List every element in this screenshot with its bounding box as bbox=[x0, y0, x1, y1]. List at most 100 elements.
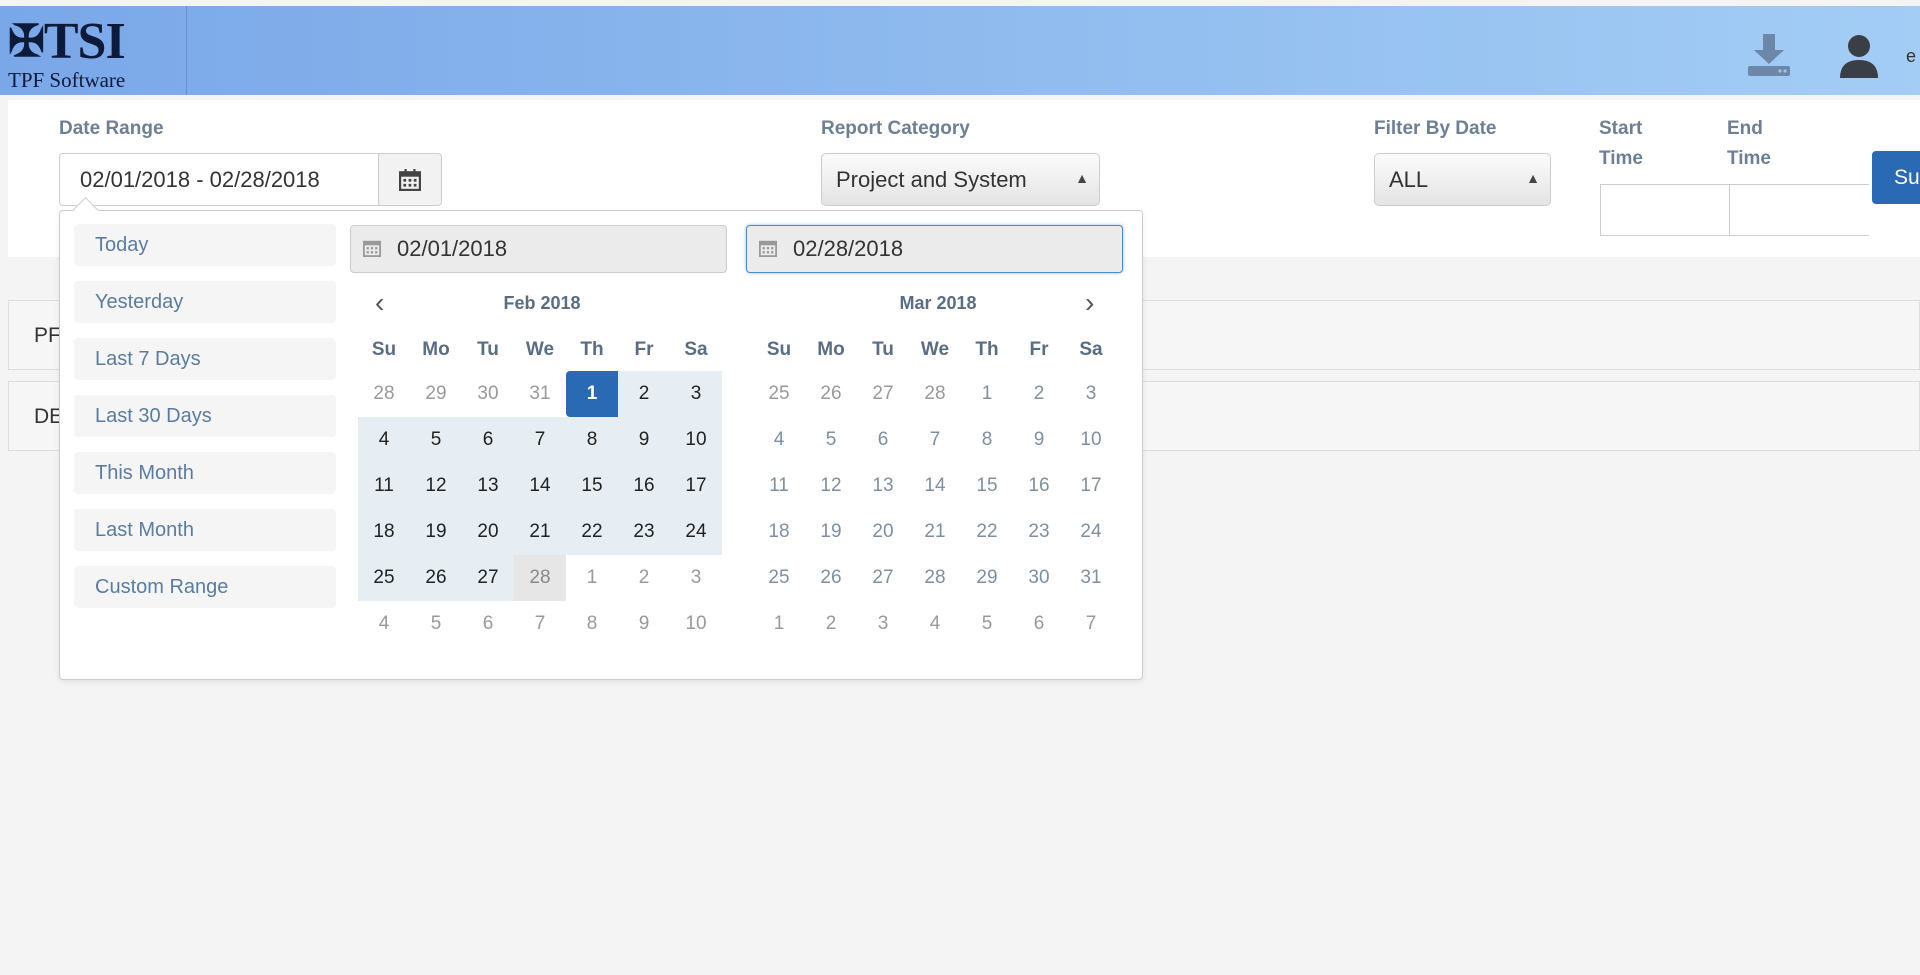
calendar-day[interactable]: 13 bbox=[857, 463, 909, 509]
calendar-day[interactable]: 20 bbox=[857, 509, 909, 555]
filter-by-date-select[interactable]: ALL ▲ bbox=[1374, 153, 1551, 206]
calendar-day[interactable]: 4 bbox=[753, 417, 805, 463]
calendar-day[interactable]: 3 bbox=[1065, 371, 1117, 417]
calendar-day[interactable]: 2 bbox=[618, 555, 670, 601]
calendar-day[interactable]: 24 bbox=[1065, 509, 1117, 555]
calendar-day[interactable]: 27 bbox=[462, 555, 514, 601]
calendar-day[interactable]: 6 bbox=[857, 417, 909, 463]
calendar-day[interactable]: 4 bbox=[909, 601, 961, 647]
calendar-day[interactable]: 27 bbox=[857, 371, 909, 417]
calendar-day[interactable]: 9 bbox=[1013, 417, 1065, 463]
calendar-day[interactable]: 22 bbox=[566, 509, 618, 555]
calendar-day[interactable]: 7 bbox=[909, 417, 961, 463]
calendar-day[interactable]: 3 bbox=[670, 555, 722, 601]
calendar-day[interactable]: 2 bbox=[1013, 371, 1065, 417]
calendar-day[interactable]: 11 bbox=[358, 463, 410, 509]
calendar-day[interactable]: 9 bbox=[618, 601, 670, 647]
calendar-day[interactable]: 20 bbox=[462, 509, 514, 555]
calendar-day[interactable]: 21 bbox=[514, 509, 566, 555]
logo[interactable]: ✠TSI TPF Software bbox=[0, 6, 187, 95]
calendar-day[interactable]: 22 bbox=[961, 509, 1013, 555]
calendar-day[interactable]: 26 bbox=[410, 555, 462, 601]
calendar-day[interactable]: 28 bbox=[909, 555, 961, 601]
calendar-day[interactable]: 15 bbox=[566, 463, 618, 509]
calendar-day[interactable]: 8 bbox=[566, 417, 618, 463]
report-category-select[interactable]: Project and System ▲ bbox=[821, 153, 1100, 206]
user-icon[interactable] bbox=[1838, 34, 1880, 78]
calendar-day[interactable]: 8 bbox=[566, 601, 618, 647]
calendar-day[interactable]: 31 bbox=[514, 371, 566, 417]
calendar-day[interactable]: 1 bbox=[566, 371, 618, 417]
calendar-day[interactable]: 6 bbox=[462, 601, 514, 647]
calendar-day[interactable]: 10 bbox=[1065, 417, 1117, 463]
range-today[interactable]: Today bbox=[74, 224, 336, 266]
range-this-month[interactable]: This Month bbox=[74, 452, 336, 494]
range-last-30-days[interactable]: Last 30 Days bbox=[74, 395, 336, 437]
calendar-day[interactable]: 10 bbox=[670, 601, 722, 647]
calendar-day[interactable]: 19 bbox=[805, 509, 857, 555]
calendar-day[interactable]: 28 bbox=[514, 555, 566, 601]
calendar-day[interactable]: 4 bbox=[358, 601, 410, 647]
calendar-day[interactable]: 1 bbox=[753, 601, 805, 647]
calendar-day[interactable]: 12 bbox=[410, 463, 462, 509]
calendar-day[interactable]: 13 bbox=[462, 463, 514, 509]
calendar-day[interactable]: 1 bbox=[566, 555, 618, 601]
user-name[interactable]: e bbox=[1906, 46, 1916, 67]
calendar-day[interactable]: 11 bbox=[753, 463, 805, 509]
calendar-day[interactable]: 30 bbox=[1013, 555, 1065, 601]
calendar-day[interactable]: 2 bbox=[805, 601, 857, 647]
date-range-calendar-button[interactable] bbox=[379, 153, 442, 206]
calendar-day[interactable]: 14 bbox=[514, 463, 566, 509]
calendar-day[interactable]: 9 bbox=[618, 417, 670, 463]
calendar-day[interactable]: 15 bbox=[961, 463, 1013, 509]
calendar-day[interactable]: 29 bbox=[410, 371, 462, 417]
calendar-day[interactable]: 28 bbox=[909, 371, 961, 417]
calendar-day[interactable]: 3 bbox=[857, 601, 909, 647]
calendar-day[interactable]: 7 bbox=[514, 417, 566, 463]
calendar-day[interactable]: 24 bbox=[670, 509, 722, 555]
range-yesterday[interactable]: Yesterday bbox=[74, 281, 336, 323]
calendar-day[interactable]: 10 bbox=[670, 417, 722, 463]
submit-button[interactable]: Su bbox=[1872, 151, 1920, 204]
range-custom[interactable]: Custom Range bbox=[74, 566, 336, 608]
calendar-day[interactable]: 8 bbox=[961, 417, 1013, 463]
end-date-input[interactable]: 02/28/2018 bbox=[746, 225, 1123, 273]
calendar-day[interactable]: 18 bbox=[753, 509, 805, 555]
range-last-month[interactable]: Last Month bbox=[74, 509, 336, 551]
calendar-day[interactable]: 5 bbox=[410, 601, 462, 647]
calendar-day[interactable]: 25 bbox=[753, 555, 805, 601]
calendar-day[interactable]: 7 bbox=[514, 601, 566, 647]
calendar-day[interactable]: 5 bbox=[961, 601, 1013, 647]
calendar-day[interactable]: 28 bbox=[358, 371, 410, 417]
calendar-day[interactable]: 6 bbox=[462, 417, 514, 463]
calendar-day[interactable]: 25 bbox=[358, 555, 410, 601]
calendar-day[interactable]: 1 bbox=[961, 371, 1013, 417]
calendar-day[interactable]: 3 bbox=[670, 371, 722, 417]
calendar-day[interactable]: 18 bbox=[358, 509, 410, 555]
calendar-day[interactable]: 16 bbox=[618, 463, 670, 509]
start-time-input[interactable] bbox=[1600, 184, 1730, 236]
calendar-day[interactable]: 23 bbox=[618, 509, 670, 555]
chevron-left-icon[interactable]: ‹ bbox=[375, 287, 384, 319]
date-range-input[interactable]: 02/01/2018 - 02/28/2018 bbox=[59, 153, 379, 206]
calendar-day[interactable]: 26 bbox=[805, 371, 857, 417]
calendar-day[interactable]: 17 bbox=[670, 463, 722, 509]
calendar-day[interactable]: 19 bbox=[410, 509, 462, 555]
end-time-input[interactable] bbox=[1729, 184, 1869, 236]
calendar-day[interactable]: 23 bbox=[1013, 509, 1065, 555]
calendar-day[interactable]: 30 bbox=[462, 371, 514, 417]
start-date-input[interactable]: 02/01/2018 bbox=[350, 225, 727, 273]
chevron-right-icon[interactable]: › bbox=[1085, 287, 1094, 319]
calendar-day[interactable]: 17 bbox=[1065, 463, 1117, 509]
calendar-day[interactable]: 12 bbox=[805, 463, 857, 509]
calendar-day[interactable]: 26 bbox=[805, 555, 857, 601]
calendar-day[interactable]: 27 bbox=[857, 555, 909, 601]
calendar-day[interactable]: 4 bbox=[358, 417, 410, 463]
calendar-day[interactable]: 2 bbox=[618, 371, 670, 417]
calendar-day[interactable]: 31 bbox=[1065, 555, 1117, 601]
calendar-day[interactable]: 16 bbox=[1013, 463, 1065, 509]
download-icon[interactable] bbox=[1746, 32, 1792, 78]
calendar-day[interactable]: 14 bbox=[909, 463, 961, 509]
calendar-day[interactable]: 7 bbox=[1065, 601, 1117, 647]
calendar-day[interactable]: 6 bbox=[1013, 601, 1065, 647]
